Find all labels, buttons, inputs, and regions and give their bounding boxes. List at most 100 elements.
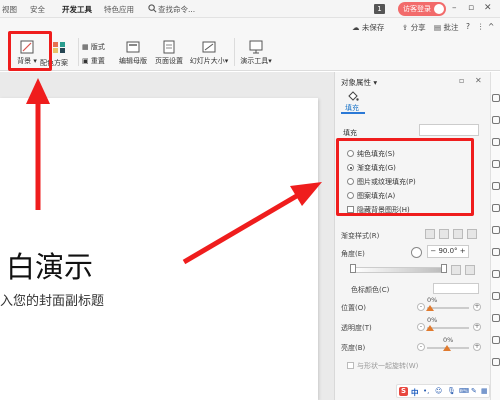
gradient-stop-right[interactable] [441,264,447,273]
layout-label: 版式 [90,43,105,51]
comment-icon: ▤ [434,23,442,32]
presentation-tools-label: 演示工具 [240,57,269,65]
punctuation-icon[interactable]: •, [423,387,429,395]
rail-icon-animation[interactable] [492,138,500,146]
gradient-style-swatch-3[interactable] [453,229,463,239]
more-options-icon[interactable]: ⋮ [477,22,485,31]
slide-size-button[interactable]: 幻灯片大小▾ [188,40,230,66]
help-button[interactable]: ? [466,22,470,31]
gradient-style-swatch-2[interactable] [439,229,449,239]
reset-label: 重置 [90,57,105,65]
transparency-value: 0% [427,316,438,324]
dropdown-arrow-icon: ▾ [268,57,272,65]
page-setup-button[interactable]: 页面设置 [152,40,186,66]
increment-icon[interactable]: + [460,247,466,255]
slide-size-label: 幻灯片大小 [189,57,225,65]
panel-close-icon[interactable]: ✕ [475,76,482,85]
tab-developer-tools[interactable]: 开发工具 [62,4,92,15]
page-setup-label: 页面设置 [155,57,183,65]
slide-canvas[interactable]: 白演示 入您的封面副标题 [0,98,318,400]
checkbox[interactable] [347,362,354,369]
brightness-decrement-icon[interactable]: - [417,343,425,351]
gradient-style-swatch-4[interactable] [467,229,477,239]
stop-color-select[interactable] [433,283,479,294]
fill-select[interactable] [419,124,479,136]
window-count-badge[interactable]: 1 [374,4,385,14]
unsaved-button[interactable]: ☁ 未保存 [352,22,384,33]
maximize-icon[interactable]: ▫ [468,3,474,13]
rail-icon-transform[interactable] [492,226,500,234]
tab-view[interactable]: 视图 [2,4,17,15]
angle-label: 角度(E) [341,250,365,258]
toolbox-icon[interactable]: ▦ [481,387,488,395]
position-slider-thumb[interactable] [426,305,434,311]
skin-icon[interactable]: ✎ [471,387,477,395]
rail-icon-settings[interactable] [492,358,500,366]
ime-toolbar: S 中 •, ☺ 🎙 ⌨ ✎ ▦ [396,384,490,398]
guest-login-label: 访客登录 [403,5,431,13]
collapse-ribbon-icon[interactable]: ^ [488,22,494,31]
tab-security[interactable]: 安全 [30,4,45,15]
rail-icon-effects[interactable] [492,204,500,212]
slide-title[interactable]: 白演示 [6,244,93,286]
rail-icon-list[interactable] [492,270,500,278]
panel-pin-icon[interactable]: ▫ [459,76,464,85]
presentation-tools-icon [249,40,263,54]
sogou-logo-icon[interactable]: S [399,387,408,396]
transparency-slider-thumb[interactable] [426,325,434,331]
rail-icon-help[interactable] [492,336,500,344]
ime-mode-toggle[interactable]: 中 [411,387,419,398]
slide-subtitle[interactable]: 入您的封面副标题 [0,290,104,309]
angle-dial[interactable] [411,247,422,258]
position-increment-icon[interactable]: + [473,303,481,311]
rotate-with-shape-checkbox[interactable]: 与形状一起旋转(W) [347,361,418,371]
transparency-decrement-icon[interactable]: - [417,323,425,331]
gradient-stop-bar[interactable] [353,267,445,273]
master-slide-icon [126,41,140,53]
layout-button[interactable]: ▦ 版式 [82,42,105,52]
gradient-style-swatch-1[interactable] [425,229,435,239]
search-icon [148,4,157,13]
rail-icon-magic[interactable] [492,314,500,322]
position-decrement-icon[interactable]: - [417,303,425,311]
share-icon: ⇪ [402,23,409,32]
brightness-label: 亮度(B) [341,344,366,352]
close-icon[interactable]: ✕ [484,3,492,13]
keyboard-icon[interactable]: ⌨ [459,387,469,395]
rail-icon-select[interactable] [492,94,500,102]
minimize-icon[interactable]: – [452,3,457,13]
rail-icon-chart[interactable] [492,292,500,300]
presentation-tools-button[interactable]: 演示工具▾ [236,40,276,66]
tab-featured-apps[interactable]: 特色应用 [104,4,134,15]
angle-input[interactable]: − 90.0° + [427,245,469,258]
share-button[interactable]: ⇪ 分享 [402,22,426,33]
add-stop-icon[interactable] [451,265,461,275]
page-setup-icon [163,40,175,54]
command-search[interactable]: 查找命令... [158,4,195,15]
angle-value: 90.0° [438,247,458,255]
microphone-icon[interactable]: 🎙 [447,387,456,395]
rail-icon-style[interactable] [492,182,500,190]
brightness-slider-thumb[interactable] [443,345,451,351]
delete-stop-icon[interactable] [465,265,475,275]
decrement-icon[interactable]: − [430,247,436,255]
reset-button[interactable]: ▣ 重置 [82,56,105,66]
fill-section-label: 填充 [343,129,357,137]
brightness-increment-icon[interactable]: + [473,343,481,351]
transparency-increment-icon[interactable]: + [473,323,481,331]
right-icon-rail [490,72,500,400]
edit-master-button[interactable]: 编辑母版 [116,40,150,66]
emoji-icon[interactable]: ☺ [435,387,442,395]
edit-master-label: 编辑母版 [119,57,147,65]
rail-icon-shape[interactable] [492,116,500,124]
paint-bucket-icon[interactable] [347,90,359,102]
gradient-stop-left[interactable] [350,264,356,273]
rail-icon-size[interactable] [492,248,500,256]
position-value: 0% [427,296,438,304]
guest-login-button[interactable]: 访客登录 [398,2,446,16]
ribbon: 背景 ▾ 配色方案 ▦ 版式 ▣ 重置 编辑母版 页面设置 幻灯片大小▾ 演示工… [0,34,500,71]
rail-icon-location[interactable] [492,160,500,168]
active-tab-indicator [341,112,365,114]
comment-button[interactable]: ▤ 批注 [434,22,458,33]
cloud-icon: ☁ [352,23,360,32]
